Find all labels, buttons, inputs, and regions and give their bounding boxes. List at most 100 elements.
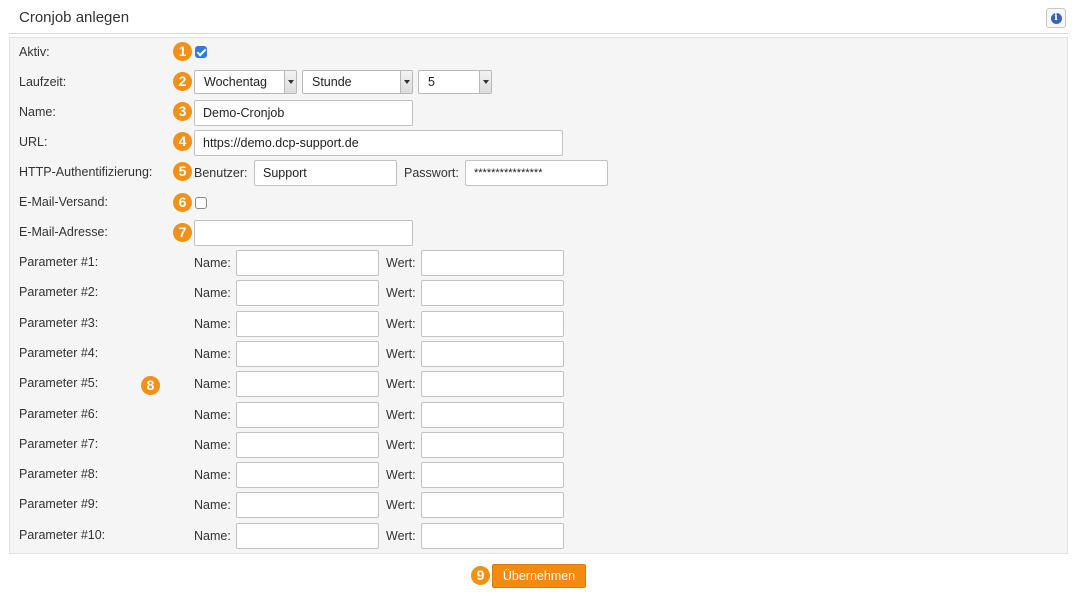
parameter-name-input[interactable] [236, 522, 379, 549]
name-input[interactable]: Demo-Cronjob [194, 100, 413, 126]
parameter-value-input[interactable] [421, 431, 564, 458]
parameter-row: Parameter #5: Name: Wert: [10, 369, 1067, 399]
label-url: URL: [19, 135, 48, 149]
label-email-send: E-Mail-Versand: [19, 195, 108, 209]
email-send-checkbox[interactable] [195, 197, 207, 209]
parameter-row: Parameter #6: Name: Wert: [10, 400, 1067, 430]
label-laufzeit: Laufzeit: [19, 75, 67, 89]
parameter-name-label: Name: [194, 437, 231, 452]
label-http-auth: HTTP-Authentifizierung: [19, 165, 153, 179]
parameter-name-label: Name: [194, 468, 231, 483]
parameter-value-input[interactable] [421, 401, 564, 428]
parameter-value-input[interactable] [421, 340, 564, 367]
laufzeit-day-select[interactable]: Wochentag [194, 70, 297, 94]
step-badge-8: 8 [141, 376, 160, 395]
parameter-name-input[interactable] [236, 462, 379, 489]
step-badge-7: 7 [173, 223, 192, 242]
laufzeit-unit-select[interactable]: Stunde [302, 70, 413, 94]
parameter-value-label: Wert: [386, 256, 416, 270]
email-address-input[interactable] [194, 220, 413, 246]
cronjob-form: Aktiv: 1 Laufzeit: 2 Wochentag Stunde 5 … [9, 37, 1068, 554]
parameter-name-input[interactable] [236, 431, 379, 458]
parameter-name-label: Name: [194, 528, 231, 543]
parameter-value-input[interactable] [421, 522, 564, 549]
row-email-address: E-Mail-Adresse: 7 [10, 218, 1067, 248]
parameter-value-label: Wert: [386, 316, 416, 331]
label-name: Name: [19, 105, 56, 119]
row-http-auth: HTTP-Authentifizierung: 5 Benutzer: Supp… [10, 158, 1067, 188]
row-url: URL: 4 https://demo.dcp-support.de [10, 128, 1067, 158]
parameter-value-input[interactable] [421, 462, 564, 489]
panel-header: Cronjob anlegen i [9, 4, 1068, 34]
parameter-name-label: Name: [194, 498, 231, 513]
aktiv-checkbox[interactable] [195, 46, 207, 58]
parameter-name-input[interactable] [236, 310, 379, 337]
laufzeit-value-value: 5 [428, 75, 435, 89]
laufzeit-unit-value: Stunde [312, 75, 352, 89]
parameter-label: Parameter #7: [19, 436, 99, 451]
parameter-value-input[interactable] [421, 371, 564, 398]
parameter-name-label: Name: [194, 256, 231, 270]
parameter-label: Parameter #4: [19, 345, 99, 360]
parameter-name-label: Name: [194, 286, 231, 301]
parameter-name-input[interactable] [236, 280, 379, 307]
parameter-label: Parameter #8: [19, 467, 99, 482]
parameter-label: Parameter #1: [19, 255, 99, 269]
info-button[interactable]: i [1046, 8, 1066, 28]
parameter-label: Parameter #6: [19, 406, 99, 421]
label-aktiv: Aktiv: [19, 45, 50, 59]
step-badge-6: 6 [173, 193, 192, 212]
submit-button[interactable]: Übernehmen [492, 564, 586, 588]
parameter-name-label: Name: [194, 316, 231, 331]
chevron-down-icon [400, 71, 412, 93]
row-aktiv: Aktiv: 1 [10, 38, 1067, 68]
parameter-value-input[interactable] [421, 280, 564, 307]
parameter-row: Parameter #1: Name: Wert: [10, 248, 1067, 278]
parameter-row: Parameter #10: Name: Wert: [10, 521, 1067, 551]
step-badge-9: 9 [471, 566, 490, 585]
parameter-name-input[interactable] [236, 340, 379, 367]
parameter-value-label: Wert: [386, 407, 416, 422]
parameter-name-label: Name: [194, 346, 231, 361]
url-input[interactable]: https://demo.dcp-support.de [194, 130, 563, 156]
parameter-name-input[interactable] [236, 250, 379, 276]
info-icon: i [1050, 12, 1062, 24]
laufzeit-day-value: Wochentag [204, 75, 268, 89]
label-passwort: Passwort: [404, 166, 459, 180]
step-badge-4: 4 [173, 132, 192, 151]
parameter-row: Parameter #4: Name: Wert: [10, 339, 1067, 369]
parameter-name-input[interactable] [236, 371, 379, 398]
parameter-value-label: Wert: [386, 377, 416, 392]
parameter-label: Parameter #2: [19, 285, 99, 300]
step-badge-3: 3 [173, 102, 192, 121]
parameter-name-input[interactable] [236, 401, 379, 428]
auth-password-input[interactable]: **************** [465, 160, 608, 186]
row-email-send: E-Mail-Versand: 6 [10, 188, 1067, 218]
parameter-label: Parameter #3: [19, 315, 99, 330]
parameter-name-label: Name: [194, 377, 231, 392]
parameter-label: Parameter #9: [19, 497, 99, 512]
label-benutzer: Benutzer: [194, 166, 248, 180]
parameter-row: Parameter #9: Name: Wert: [10, 490, 1067, 520]
chevron-down-icon [479, 71, 491, 93]
auth-user-input[interactable]: Support [254, 160, 397, 186]
laufzeit-value-select[interactable]: 5 [418, 70, 492, 94]
parameter-row: Parameter #7: Name: Wert: [10, 430, 1067, 460]
label-email-address: E-Mail-Adresse: [19, 225, 108, 239]
row-laufzeit: Laufzeit: 2 Wochentag Stunde 5 [10, 68, 1067, 98]
parameter-row: Parameter #2: Name: Wert: [10, 278, 1067, 308]
parameter-value-input[interactable] [421, 310, 564, 337]
page-title: Cronjob anlegen [19, 9, 130, 26]
parameter-row: Parameter #8: Name: Wert: [10, 460, 1067, 490]
parameter-label: Parameter #5: [19, 376, 99, 391]
parameter-value-label: Wert: [386, 437, 416, 452]
parameter-value-input[interactable] [421, 492, 564, 519]
parameter-name-input[interactable] [236, 492, 379, 519]
chevron-down-icon [284, 71, 296, 93]
parameter-value-label: Wert: [386, 286, 416, 301]
parameter-row: Parameter #3: Name: Wert: [10, 309, 1067, 339]
parameter-value-input[interactable] [421, 250, 564, 276]
parameter-label: Parameter #10: [19, 527, 106, 542]
step-badge-2: 2 [173, 72, 192, 91]
parameter-value-label: Wert: [386, 528, 416, 543]
